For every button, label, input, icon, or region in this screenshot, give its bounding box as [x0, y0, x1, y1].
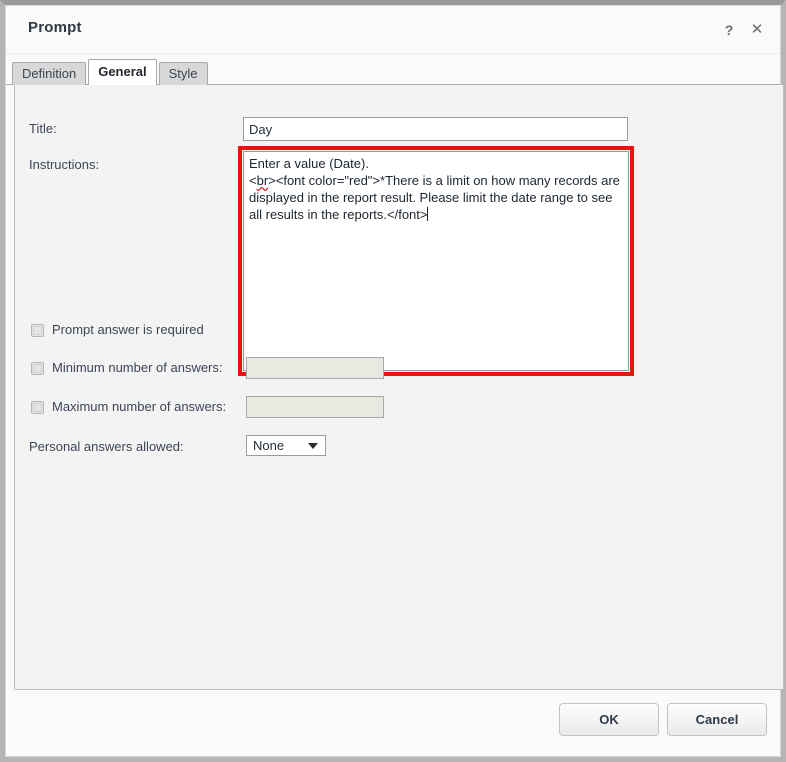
personal-answers-selected-value: None [253, 438, 284, 453]
minimum-answers-label: Minimum number of answers: [52, 360, 223, 375]
minimum-answers-checkbox[interactable] [31, 362, 44, 375]
tab-definition[interactable]: Definition [12, 62, 86, 85]
instructions-line-1: Enter a value (Date). [249, 156, 369, 171]
personal-answers-select[interactable]: None [246, 435, 326, 456]
help-icon[interactable]: ? [720, 21, 738, 39]
prompt-dialog-window: Prompt ? ✕ Definition General Style Titl… [0, 0, 786, 762]
required-checkbox[interactable] [31, 324, 44, 337]
required-checkbox-label: Prompt answer is required [52, 322, 204, 337]
close-icon[interactable]: ✕ [748, 21, 766, 39]
instructions-remainder: ><font color="red">*There is a limit on … [249, 173, 624, 222]
minimum-answers-input[interactable] [246, 357, 384, 379]
tab-strip: Definition General Style [6, 54, 780, 85]
tab-general[interactable]: General [88, 59, 156, 85]
instructions-field-label: Instructions: [29, 157, 99, 172]
instructions-misspelled-word: br [257, 173, 269, 188]
ok-button[interactable]: OK [559, 703, 659, 736]
personal-answers-label: Personal answers allowed: [29, 439, 184, 454]
instructions-tag-open: < [249, 173, 257, 188]
maximum-answers-input[interactable] [246, 396, 384, 418]
text-cursor [427, 207, 428, 221]
general-tab-panel: Title: Instructions: Enter a value (Date… [14, 85, 784, 690]
maximum-answers-checkbox[interactable] [31, 401, 44, 414]
instructions-textarea-content: Enter a value (Date). <br><font color="re… [249, 155, 624, 223]
tab-style[interactable]: Style [159, 62, 208, 85]
maximum-answers-label: Maximum number of answers: [52, 399, 226, 414]
cancel-button[interactable]: Cancel [667, 703, 767, 736]
tab-list: Definition General Style [12, 59, 210, 85]
dialog-inner: Prompt ? ✕ Definition General Style Titl… [5, 5, 781, 757]
title-field-label: Title: [29, 121, 57, 136]
title-input[interactable] [243, 117, 628, 141]
dialog-footer: OK Cancel [6, 690, 780, 756]
page-title: Prompt [28, 19, 82, 36]
chevron-down-icon [308, 443, 318, 449]
instructions-textarea[interactable]: Enter a value (Date). <br><font color="re… [243, 151, 629, 371]
dialog-titlebar: Prompt ? ✕ [6, 6, 780, 54]
